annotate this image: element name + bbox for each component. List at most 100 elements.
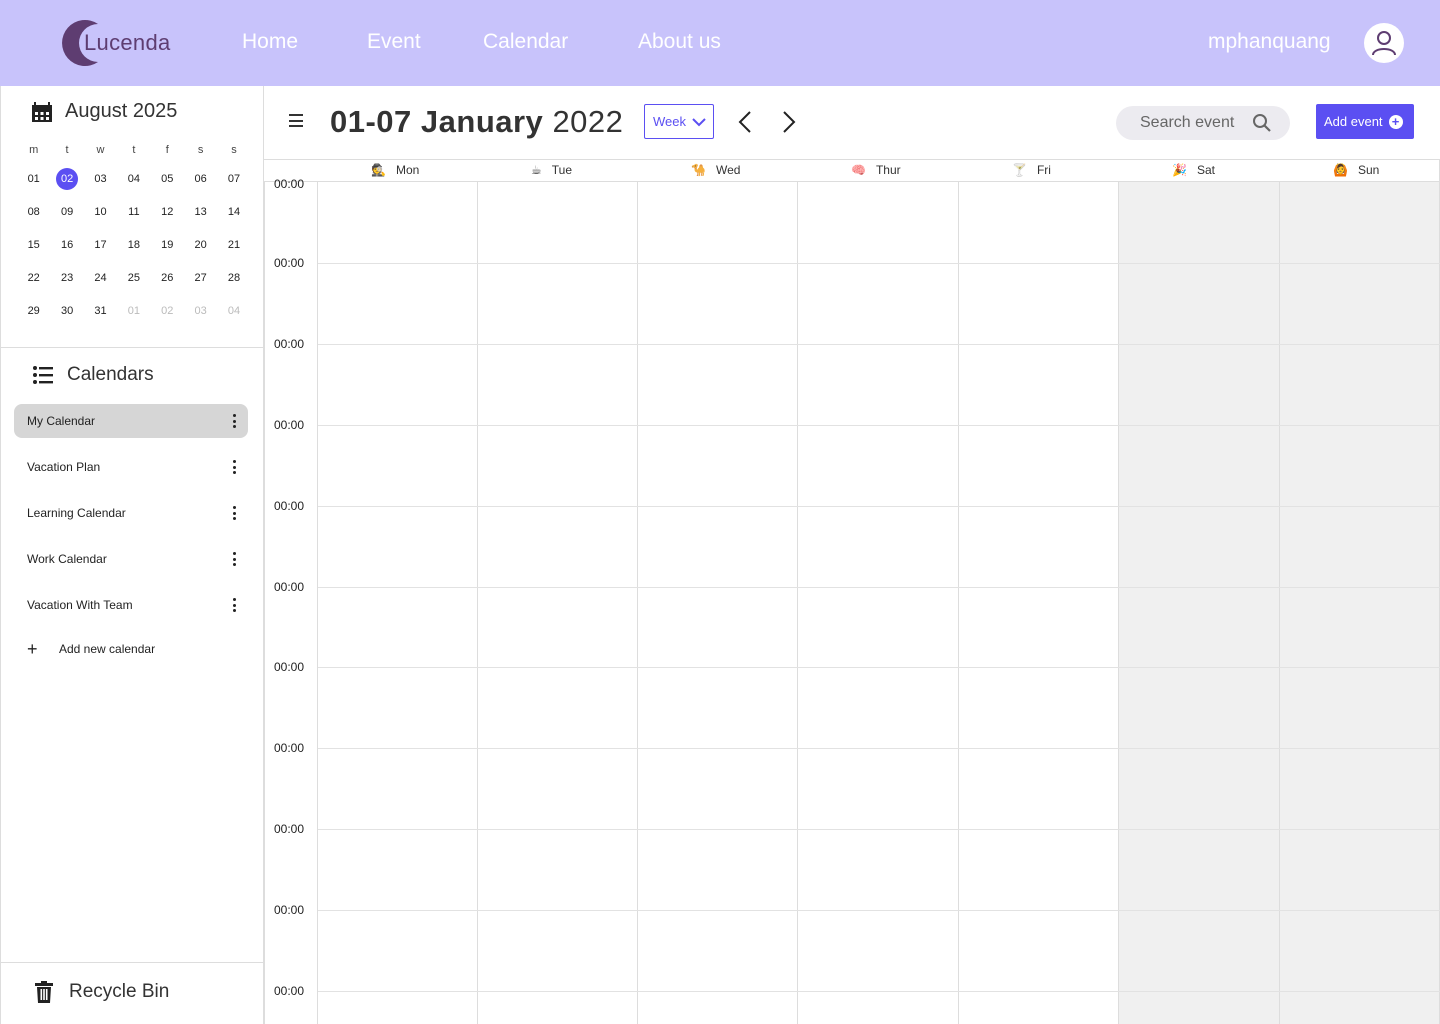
kebab-menu-icon[interactable] (232, 414, 236, 428)
add-new-calendar-button[interactable]: + Add new calendar (27, 640, 155, 658)
mini-calendar-day[interactable]: 11 (117, 201, 150, 223)
day-number: 06 (194, 173, 207, 185)
search-icon[interactable] (1252, 113, 1272, 133)
mini-calendar-day[interactable]: 24 (84, 267, 117, 289)
mini-calendar-day[interactable]: 26 (151, 267, 184, 289)
time-label: 00:00 (274, 822, 305, 837)
mini-calendar-day[interactable]: 05 (151, 168, 184, 190)
day-column-sat[interactable] (1119, 182, 1280, 1024)
hour-gridline (318, 910, 1440, 912)
calendar-item-vacation-plan[interactable]: Vacation Plan (14, 450, 248, 484)
time-label: 00:00 (274, 417, 305, 432)
nav-calendar[interactable]: Calendar (483, 30, 568, 54)
calendar-item-work-calendar[interactable]: Work Calendar (14, 542, 248, 576)
day-column-fri[interactable] (959, 182, 1119, 1024)
kebab-menu-icon[interactable] (232, 552, 236, 566)
mini-calendar-day[interactable]: 23 (50, 267, 83, 289)
hour-gridline (318, 748, 1440, 750)
day-column-thur[interactable] (798, 182, 959, 1024)
user-avatar-icon[interactable] (1364, 23, 1404, 63)
nav-home[interactable]: Home (242, 30, 298, 54)
day-header-wed[interactable]: 🐪 Wed (691, 163, 740, 177)
mini-calendar-day[interactable]: 15 (17, 234, 50, 256)
mini-calendar-day[interactable]: 17 (84, 234, 117, 256)
calendar-item-learning-calendar[interactable]: Learning Calendar (14, 496, 248, 530)
lucenda-logo[interactable]: Lucenda (60, 18, 190, 68)
kebab-menu-icon[interactable] (232, 460, 236, 474)
mini-calendar-day-selected[interactable]: 02 (50, 168, 83, 190)
date-range-year: 2022 (552, 104, 624, 139)
mini-calendar-day[interactable]: 28 (217, 267, 250, 289)
mini-calendar-day[interactable]: 18 (117, 234, 150, 256)
mini-calendar-day[interactable]: 27 (184, 267, 217, 289)
weekday-label: t (65, 144, 69, 156)
day-header-label: Thur (875, 163, 901, 177)
calendar-item-vacation-with-team[interactable]: Vacation With Team (14, 588, 248, 622)
mini-calendar-day[interactable]: 20 (184, 234, 217, 256)
day-number: 21 (227, 239, 241, 251)
day-emoji-icon: 🍸 (1012, 163, 1027, 177)
day-number: 19 (161, 239, 174, 251)
day-column-sun[interactable] (1280, 182, 1440, 1024)
mini-calendar-day[interactable]: 21 (217, 234, 250, 256)
day-column-mon[interactable] (318, 182, 478, 1024)
mini-calendar-day[interactable]: 12 (151, 201, 184, 223)
add-event-button[interactable]: Add event + (1316, 104, 1414, 139)
day-header-sun[interactable]: 🙆 Sun (1333, 163, 1379, 177)
previous-week-arrow-icon[interactable] (738, 110, 752, 134)
mini-calendar-day[interactable]: 02 (151, 300, 184, 322)
nav-about-us[interactable]: About us (638, 30, 721, 54)
mini-calendar-day[interactable]: 14 (217, 201, 250, 223)
mini-calendar-day[interactable]: 03 (184, 300, 217, 322)
nav-event[interactable]: Event (367, 30, 421, 54)
mini-calendar-day[interactable]: 10 (84, 201, 117, 223)
hour-gridline (318, 424, 1440, 426)
mini-calendar-day[interactable]: 19 (151, 234, 184, 256)
kebab-menu-icon[interactable] (232, 506, 236, 520)
mini-calendar-day[interactable]: 04 (217, 300, 250, 322)
mini-calendar-day[interactable]: 06 (184, 168, 217, 190)
mini-calendar-day[interactable]: 08 (17, 201, 50, 223)
mini-calendar-day[interactable]: 16 (50, 234, 83, 256)
hamburger-menu-icon[interactable] (289, 114, 303, 127)
mini-calendar-day[interactable]: 03 (84, 168, 117, 190)
top-navigation-bar: Lucenda Home Event Calendar About us mph… (0, 0, 1440, 86)
mini-calendar-day[interactable]: 13 (184, 201, 217, 223)
calendars-header: Calendars (33, 364, 154, 386)
day-header-thur[interactable]: 🧠 Thur (851, 163, 901, 177)
view-select-dropdown[interactable]: Week (644, 104, 714, 139)
divider (1, 347, 264, 348)
mini-calendar-day[interactable]: 07 (217, 168, 250, 190)
day-column-wed[interactable] (638, 182, 798, 1024)
recycle-bin-button[interactable]: Recycle Bin (35, 981, 169, 1003)
day-column-tue[interactable] (478, 182, 638, 1024)
day-header-label: Tue (551, 163, 572, 177)
calendar-item-label: Work Calendar (27, 552, 107, 566)
day-number: 31 (94, 305, 107, 317)
username[interactable]: mphanquang (1208, 30, 1331, 54)
day-number: 29 (27, 305, 40, 317)
hour-gridline (318, 991, 1440, 992)
weekday-row: mtwtfss (17, 144, 251, 156)
day-header-label: Wed (715, 163, 741, 177)
day-header-fri[interactable]: 🍸 Fri (1012, 163, 1051, 177)
mini-calendar-day[interactable]: 29 (17, 300, 50, 322)
mini-calendar-day[interactable]: 30 (50, 300, 83, 322)
mini-calendar-day[interactable]: 01 (117, 300, 150, 322)
hour-gridline (318, 343, 1440, 345)
day-header-sat[interactable]: 🎉 Sat (1172, 163, 1215, 177)
mini-calendar-day[interactable]: 25 (117, 267, 150, 289)
mini-calendar-day[interactable]: 09 (50, 201, 83, 223)
day-header-tue[interactable]: ☕ Tue (531, 163, 572, 177)
day-header-mon[interactable]: 🕵 Mon (371, 163, 419, 177)
kebab-menu-icon[interactable] (232, 598, 236, 612)
date-range-title: 01-07 January 2022 (330, 104, 623, 140)
next-week-arrow-icon[interactable] (782, 110, 796, 134)
search-event-input[interactable]: Search event (1116, 106, 1290, 140)
mini-calendar-day[interactable]: 04 (117, 168, 150, 190)
mini-calendar-day[interactable]: 22 (17, 267, 50, 289)
calendar-item-my-calendar[interactable]: My Calendar (14, 404, 248, 438)
mini-calendar-day[interactable]: 01 (17, 168, 50, 190)
mini-calendar-day[interactable]: 31 (84, 300, 117, 322)
mini-calendar-header: August 2025 (31, 100, 177, 123)
